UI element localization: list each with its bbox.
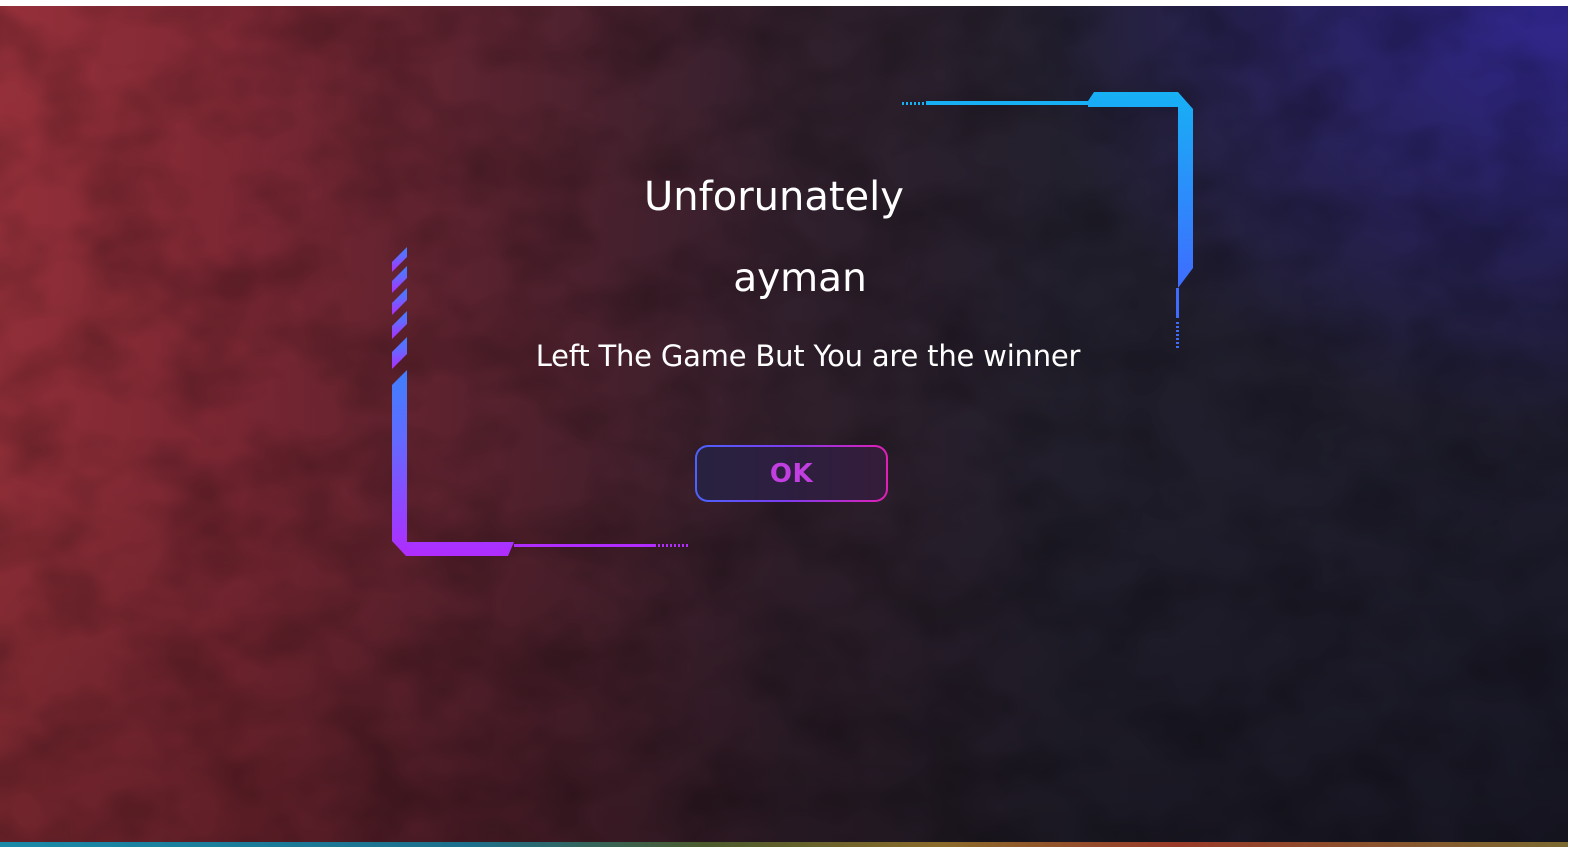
dialog-title: Unforunately bbox=[644, 174, 904, 220]
player-name: ayman bbox=[733, 256, 867, 301]
ok-button[interactable]: OK bbox=[695, 445, 888, 502]
dialog-frame bbox=[392, 92, 1193, 556]
game-screen: Unforunately ayman Left The Game But You… bbox=[0, 6, 1568, 842]
frame-right-bracket bbox=[902, 92, 1193, 348]
taskbar-strip bbox=[0, 842, 1568, 847]
dialog-message: Left The Game But You are the winner bbox=[535, 339, 1081, 373]
ok-button-inner[interactable]: OK bbox=[697, 447, 886, 500]
ok-button-label: OK bbox=[769, 458, 814, 489]
